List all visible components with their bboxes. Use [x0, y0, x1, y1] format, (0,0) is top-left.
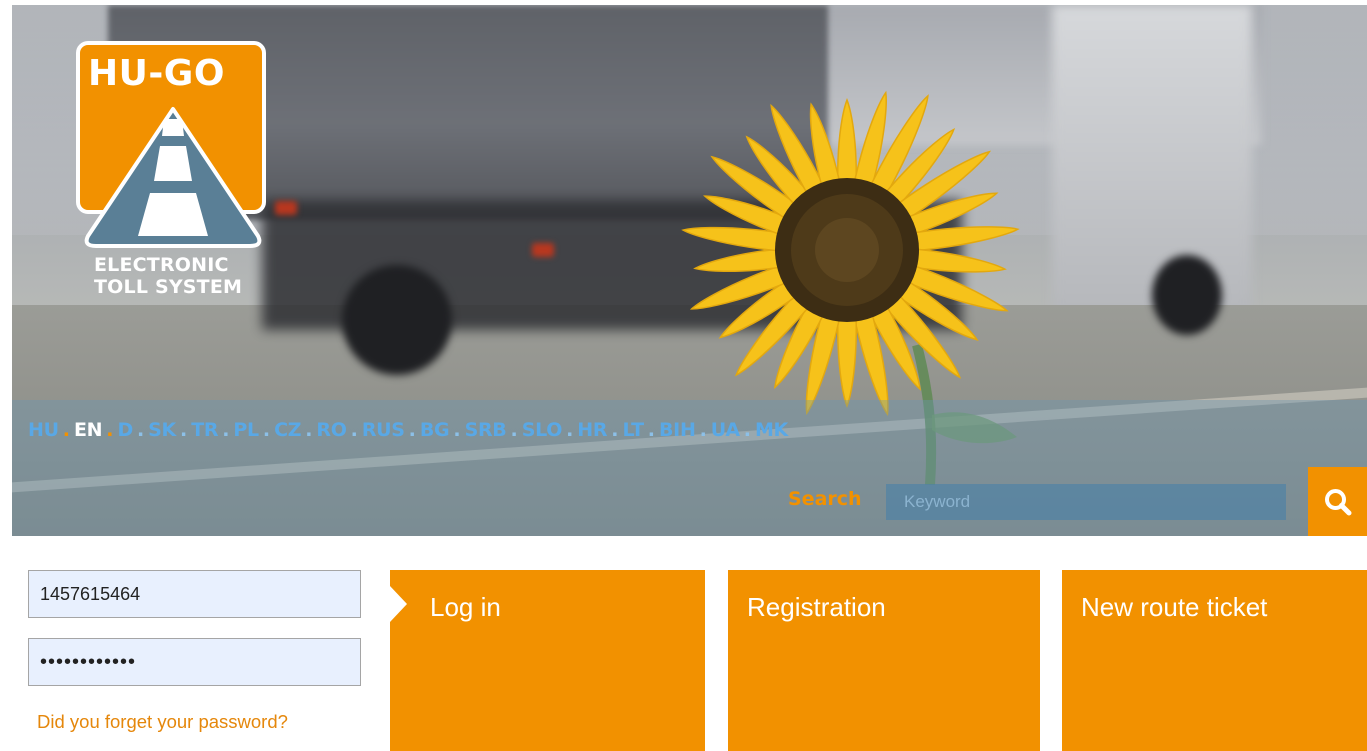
language-selector: HU. EN. D. SK. TR. PL. CZ. RO. RUS. BG. SRB. SLO. HR… — [28, 419, 788, 441]
language-separator-item: . — [218, 419, 233, 441]
language-link-lt[interactable]: LT — [622, 419, 644, 441]
language-link-bih[interactable]: BIH — [659, 419, 696, 441]
language-separator: . — [106, 419, 114, 441]
forgot-password-link[interactable]: Did you forget your password? — [37, 711, 288, 733]
tile-label: New route ticket — [1081, 592, 1268, 622]
language-link-srb[interactable]: SRB — [465, 419, 507, 441]
search-button[interactable] — [1308, 467, 1367, 536]
arrow-right-icon — [390, 586, 407, 622]
language-separator: . — [453, 419, 461, 441]
background-taillight — [275, 201, 297, 215]
language-item: RUS — [362, 419, 405, 441]
language-separator: . — [262, 419, 271, 441]
language-item: MK — [755, 419, 788, 441]
road-triangle-icon — [84, 107, 262, 248]
language-item: UA — [711, 419, 740, 441]
logo-subtitle-line1: ELECTRONIC — [94, 254, 229, 276]
language-link-mk[interactable]: MK — [755, 419, 788, 441]
language-item: BIH — [659, 419, 696, 441]
language-separator: . — [647, 419, 655, 441]
language-item: HR — [577, 419, 607, 441]
language-link-ua[interactable]: UA — [711, 419, 740, 441]
language-separator-item: . — [259, 419, 274, 441]
tile-registration[interactable]: Registration — [728, 570, 1040, 751]
background-wheel — [342, 265, 452, 375]
search-label: Search — [788, 488, 862, 510]
language-item: SLO — [522, 419, 563, 441]
language-separator: . — [611, 419, 619, 441]
search-input[interactable] — [886, 484, 1286, 520]
language-separator: . — [179, 419, 188, 441]
language-link-hu[interactable]: HU — [28, 419, 59, 441]
hu-go-logo[interactable]: HU-GO ELECTRONIC TOLL SYSTEM — [76, 41, 266, 316]
username-field[interactable] — [28, 570, 361, 618]
language-item: HU — [28, 419, 59, 441]
logo-subtitle-line2: TOLL SYSTEM — [94, 276, 243, 298]
language-link-hr[interactable]: HR — [577, 419, 607, 441]
language-separator-item: . — [102, 419, 117, 441]
language-separator: . — [222, 419, 230, 441]
language-separator-item: . — [176, 419, 191, 441]
language-separator: . — [510, 419, 518, 441]
language-separator-item: . — [696, 419, 711, 441]
language-separator-item: . — [644, 419, 659, 441]
language-separator: . — [350, 419, 358, 441]
background-taillight — [532, 243, 554, 257]
language-item: D — [117, 419, 133, 441]
logo-subtitle: ELECTRONIC TOLL SYSTEM — [94, 254, 274, 298]
language-item: LT — [622, 419, 644, 441]
magnifier-icon — [1324, 488, 1351, 515]
tile-label: Log in — [430, 592, 501, 622]
language-separator: . — [566, 419, 574, 441]
language-item: SRB — [465, 419, 507, 441]
language-item: RO — [316, 419, 346, 441]
hero-banner: HU-GO ELECTRONIC TOLL SYSTEM — [12, 5, 1367, 536]
language-link-bg[interactable]: BG — [420, 419, 450, 441]
language-link-d[interactable]: D — [117, 419, 133, 441]
language-separator-item: . — [740, 419, 755, 441]
language-separator-item: . — [607, 419, 622, 441]
language-link-tr[interactable]: TR — [191, 419, 218, 441]
language-link-slo[interactable]: SLO — [522, 419, 563, 441]
language-item: BG — [420, 419, 450, 441]
language-item: EN — [74, 419, 103, 441]
language-item: TR — [191, 419, 218, 441]
language-link-ro[interactable]: RO — [316, 419, 346, 441]
language-separator-item: . — [562, 419, 577, 441]
password-field[interactable] — [28, 638, 361, 686]
background-truck-cab — [1052, 5, 1252, 325]
language-item: SK — [148, 419, 176, 441]
language-separator: . — [62, 419, 70, 441]
background-wheel — [1152, 255, 1222, 335]
tile-new-route-ticket[interactable]: New route ticket — [1062, 570, 1367, 751]
language-separator-item: . — [59, 419, 74, 441]
language-link-sk[interactable]: SK — [148, 419, 176, 441]
language-separator: . — [408, 419, 416, 441]
language-separator: . — [699, 419, 707, 441]
logo-name: HU-GO — [88, 53, 225, 94]
language-separator-item: . — [449, 419, 464, 441]
language-separator: . — [136, 419, 145, 441]
language-item: PL — [233, 419, 259, 441]
language-separator-item: . — [405, 419, 420, 441]
language-separator-item: . — [133, 419, 148, 441]
tile-log-in[interactable]: Log in — [390, 570, 705, 751]
language-link-cz[interactable]: CZ — [274, 419, 301, 441]
language-separator-item: . — [506, 419, 521, 441]
language-separator-item: . — [347, 419, 362, 441]
language-separator: . — [743, 419, 751, 441]
language-link-pl[interactable]: PL — [233, 419, 259, 441]
tile-label: Registration — [747, 592, 886, 622]
language-link-en[interactable]: EN — [74, 419, 103, 441]
language-item: CZ — [274, 419, 301, 441]
language-link-rus[interactable]: RUS — [362, 419, 405, 441]
language-separator: . — [305, 419, 313, 441]
language-separator-item: . — [301, 419, 316, 441]
